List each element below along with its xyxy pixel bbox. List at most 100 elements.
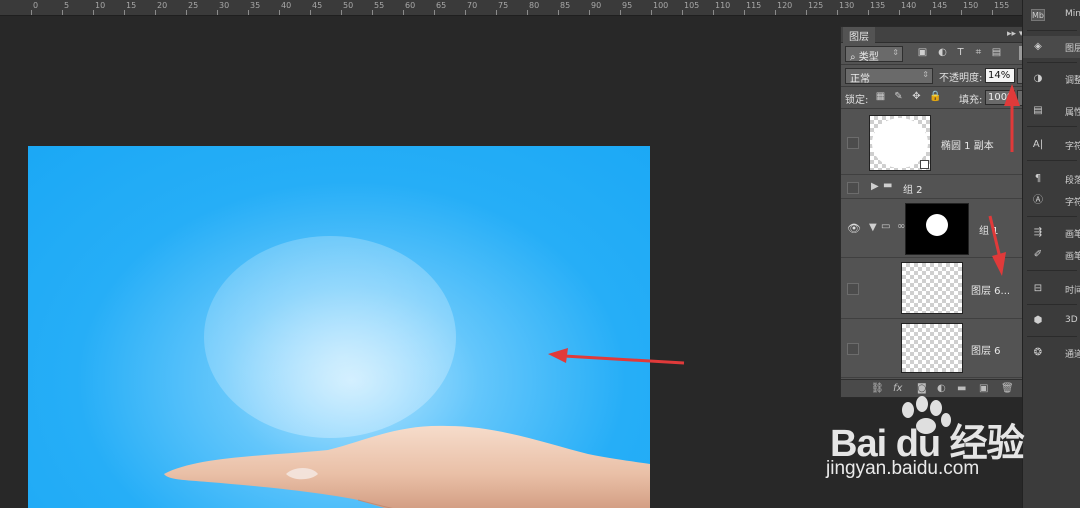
dropdown-arrow-icon: ⇕	[892, 48, 899, 57]
ruler-label: 135	[870, 1, 886, 10]
timeline-icon: ⊟	[1033, 283, 1043, 294]
filter-type-label: 类型	[858, 52, 879, 63]
fill-label: 填充:	[959, 95, 983, 106]
panel-label: 图层	[1065, 44, 1080, 54]
panel-brush[interactable]: ⇶ 画笔	[1023, 222, 1080, 244]
filter-type-dropdown[interactable]: ⌕ 类型 ⇕	[845, 46, 903, 63]
lock-all-icon[interactable]: 🔒	[929, 91, 941, 102]
opacity-input[interactable]: 14%	[985, 68, 1015, 83]
panel-label: 字符	[1065, 198, 1080, 208]
character-style-icon: Ⓐ	[1033, 195, 1043, 206]
opacity-label: 不透明度:	[939, 73, 983, 84]
ruler-label: 30	[219, 1, 230, 10]
ruler-label: 100	[653, 1, 669, 10]
ruler-label: 20	[157, 1, 168, 10]
panel-label: 画笔	[1065, 230, 1080, 240]
search-icon: ⌕	[850, 52, 856, 63]
type-filter-icon[interactable]: T	[955, 47, 966, 58]
lock-position-move-icon[interactable]: ✥	[911, 91, 922, 102]
separator	[1027, 160, 1077, 161]
ruler-label: 5	[64, 1, 70, 10]
panel-character[interactable]: A| 字符	[1023, 134, 1080, 156]
panel-adjustments[interactable]: ◑ 调整	[1023, 68, 1080, 90]
ruler-label: 125	[808, 1, 824, 10]
layers-bottom-toolbar: ⛓ fx ◙ ◐ ▬ ▣ 🗑	[841, 379, 1035, 397]
link-layers-icon[interactable]: ⛓	[871, 383, 884, 394]
ruler-label: 75	[498, 1, 509, 10]
lock-transparent-icon[interactable]: ▦	[875, 91, 886, 102]
panel-brush-presets[interactable]: ✐ 画笔	[1023, 244, 1080, 266]
layer-row-group-2[interactable]: ▶ ▬ 组 2	[841, 177, 1023, 199]
horizontal-ruler: 0 5 10 15 20 25 30 35 40 45 50 55 60 65 …	[0, 0, 1022, 16]
ruler-label: 70	[467, 1, 478, 10]
red-arrow-annotation	[548, 348, 685, 365]
ruler-label: 140	[901, 1, 917, 10]
folder-icon: ▬	[883, 180, 893, 191]
fx-icon[interactable]: fx	[893, 383, 902, 394]
panel-timeline[interactable]: ⊟ 时间	[1023, 278, 1080, 300]
visibility-toggle-empty[interactable]	[847, 283, 859, 295]
ruler-label: 45	[312, 1, 323, 10]
folder-open-icon: ▭	[881, 221, 891, 232]
panel-label: 属性	[1065, 108, 1080, 118]
ruler-label: 130	[839, 1, 855, 10]
document-canvas[interactable]	[28, 146, 650, 508]
ruler-label: 150	[963, 1, 979, 10]
panel-properties[interactable]: ▤ 属性	[1023, 100, 1080, 122]
ruler-label: 0	[33, 1, 39, 10]
collapsed-panels-strip: Mb Min ◈ 图层 ◑ 调整 ▤ 属性 A| 字符 ¶ 段落 Ⓐ 字符 ⇶ …	[1022, 0, 1080, 508]
separator	[1027, 270, 1077, 271]
separator	[1027, 126, 1077, 127]
separator	[1027, 336, 1077, 337]
shape-layer-badge-icon	[920, 160, 929, 169]
layer-thumbnail	[869, 115, 931, 171]
mini-bridge-icon: Mb	[1031, 9, 1045, 21]
ruler-label: 155	[994, 1, 1010, 10]
ruler-label: 15	[126, 1, 137, 10]
layer-thumbnail	[901, 262, 963, 314]
ruler-label: 90	[591, 1, 602, 10]
trash-icon[interactable]: 🗑	[1001, 383, 1014, 394]
properties-icon: ▤	[1033, 105, 1043, 116]
layer-row-layer-6[interactable]: 图层 6	[841, 320, 1023, 378]
shape-filter-icon[interactable]: ⌗	[973, 47, 984, 58]
adjustments-icon: ◑	[1033, 73, 1043, 84]
canvas-workspace[interactable]	[0, 16, 840, 508]
panel-mini-bridge[interactable]: Mb Min	[1023, 4, 1080, 26]
adjustment-filter-icon[interactable]: ◐	[937, 47, 948, 58]
smart-object-filter-icon[interactable]: ▤	[991, 47, 1002, 58]
panel-channels[interactable]: ❂ 通道	[1023, 342, 1080, 364]
ruler-label: 50	[343, 1, 354, 10]
new-layer-icon[interactable]: ▣	[979, 383, 988, 394]
eye-icon[interactable]: 👁	[847, 222, 861, 235]
ruler-label: 115	[746, 1, 762, 10]
expand-triangle-icon[interactable]: ▶	[871, 181, 879, 192]
ruler-label: 95	[622, 1, 633, 10]
layer-mask-thumbnail[interactable]	[905, 203, 969, 255]
panel-paragraph[interactable]: ¶ 段落	[1023, 168, 1080, 190]
panel-character-styles[interactable]: Ⓐ 字符	[1023, 190, 1080, 212]
visibility-toggle-empty[interactable]	[847, 182, 859, 194]
new-group-icon[interactable]: ▬	[957, 383, 966, 394]
add-mask-icon[interactable]: ◙	[917, 383, 927, 394]
hand-image	[164, 425, 650, 508]
visibility-toggle-empty[interactable]	[847, 137, 859, 149]
brush-icon: ⇶	[1033, 227, 1043, 238]
layer-row-ellipse-copy[interactable]: 椭圆 1 副本	[841, 111, 1023, 175]
channels-icon: ❂	[1033, 347, 1043, 358]
panel-layers[interactable]: ◈ 图层	[1023, 36, 1080, 58]
ruler-label: 25	[188, 1, 199, 10]
ruler-label: 55	[374, 1, 385, 10]
panel-3d[interactable]: ⬢ 3D	[1023, 310, 1080, 332]
collapse-triangle-icon[interactable]: ▼	[869, 222, 877, 233]
ruler-label: 110	[715, 1, 731, 10]
visibility-toggle-empty[interactable]	[847, 343, 859, 355]
pixel-filter-icon[interactable]: ▣	[917, 47, 928, 58]
blend-mode-dropdown[interactable]: 正常 ⇕	[845, 68, 933, 85]
lock-image-brush-icon[interactable]: ✎	[893, 91, 904, 102]
adjustment-layer-icon[interactable]: ◐	[937, 383, 946, 394]
ruler-label: 120	[777, 1, 793, 10]
tab-layers[interactable]: 图层	[843, 27, 875, 43]
ruler-label: 85	[560, 1, 571, 10]
watermark-url: jingyan.baidu.com	[826, 458, 980, 479]
